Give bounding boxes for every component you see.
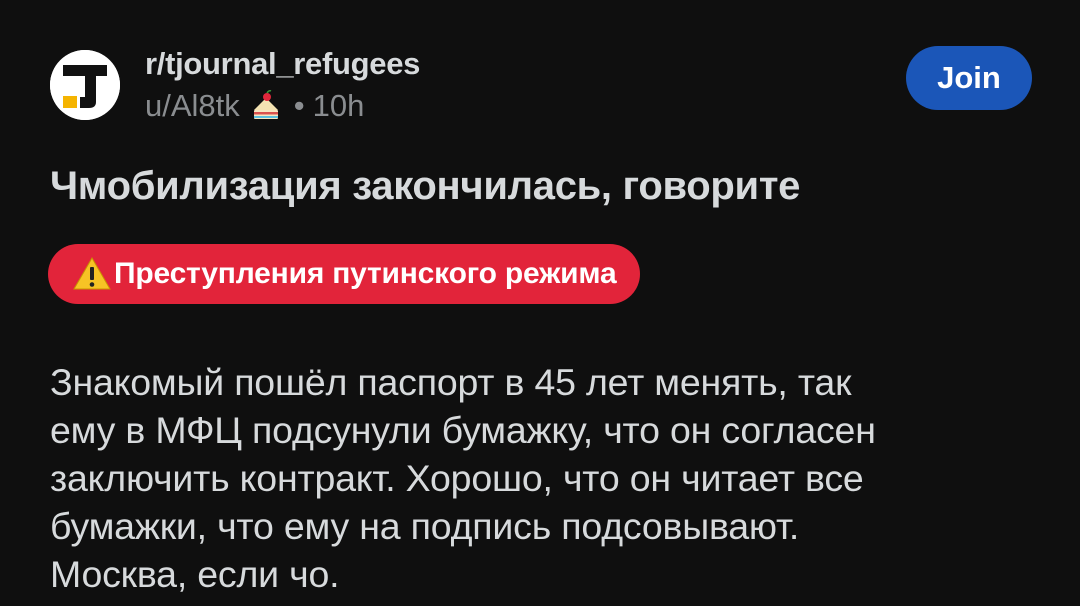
subreddit-avatar[interactable] [50, 50, 120, 120]
cake-icon [253, 90, 278, 119]
post-time: 10h [312, 88, 365, 123]
post-meta: u/Al8tk • 10h [145, 88, 364, 124]
post-body-line: заключить контракт. Хорошо, что он читае… [50, 457, 864, 499]
meta-separator: • [293, 88, 305, 123]
flair-label: Преступления путинского режима [114, 257, 617, 290]
tjournal-logo-icon [50, 50, 120, 120]
post-flair[interactable]: Преступления путинского режима [48, 244, 641, 304]
post-body-line: Знакомый пошёл паспорт в 45 лет менять, … [50, 361, 852, 403]
post-title[interactable]: Чмобилизация закончилась, говорите [50, 164, 800, 209]
join-button[interactable]: Join [906, 46, 1032, 110]
subreddit-name[interactable]: r/tjournal_refugees [145, 46, 420, 82]
post-body[interactable]: Знакомый пошёл паспорт в 45 лет менять, … [50, 358, 1035, 598]
post-header: r/tjournal_refugees u/Al8tk • 10h Join [50, 46, 1032, 123]
author-name[interactable]: u/Al8tk [145, 88, 240, 124]
warning-icon [73, 257, 111, 290]
post-body-line: бумажки, что ему на подпись подсовывают. [50, 505, 800, 547]
post-body-line: ему в МФЦ подсунули бумажку, что он согл… [50, 409, 876, 451]
post-body-line: Москва, если чо. [50, 553, 340, 595]
